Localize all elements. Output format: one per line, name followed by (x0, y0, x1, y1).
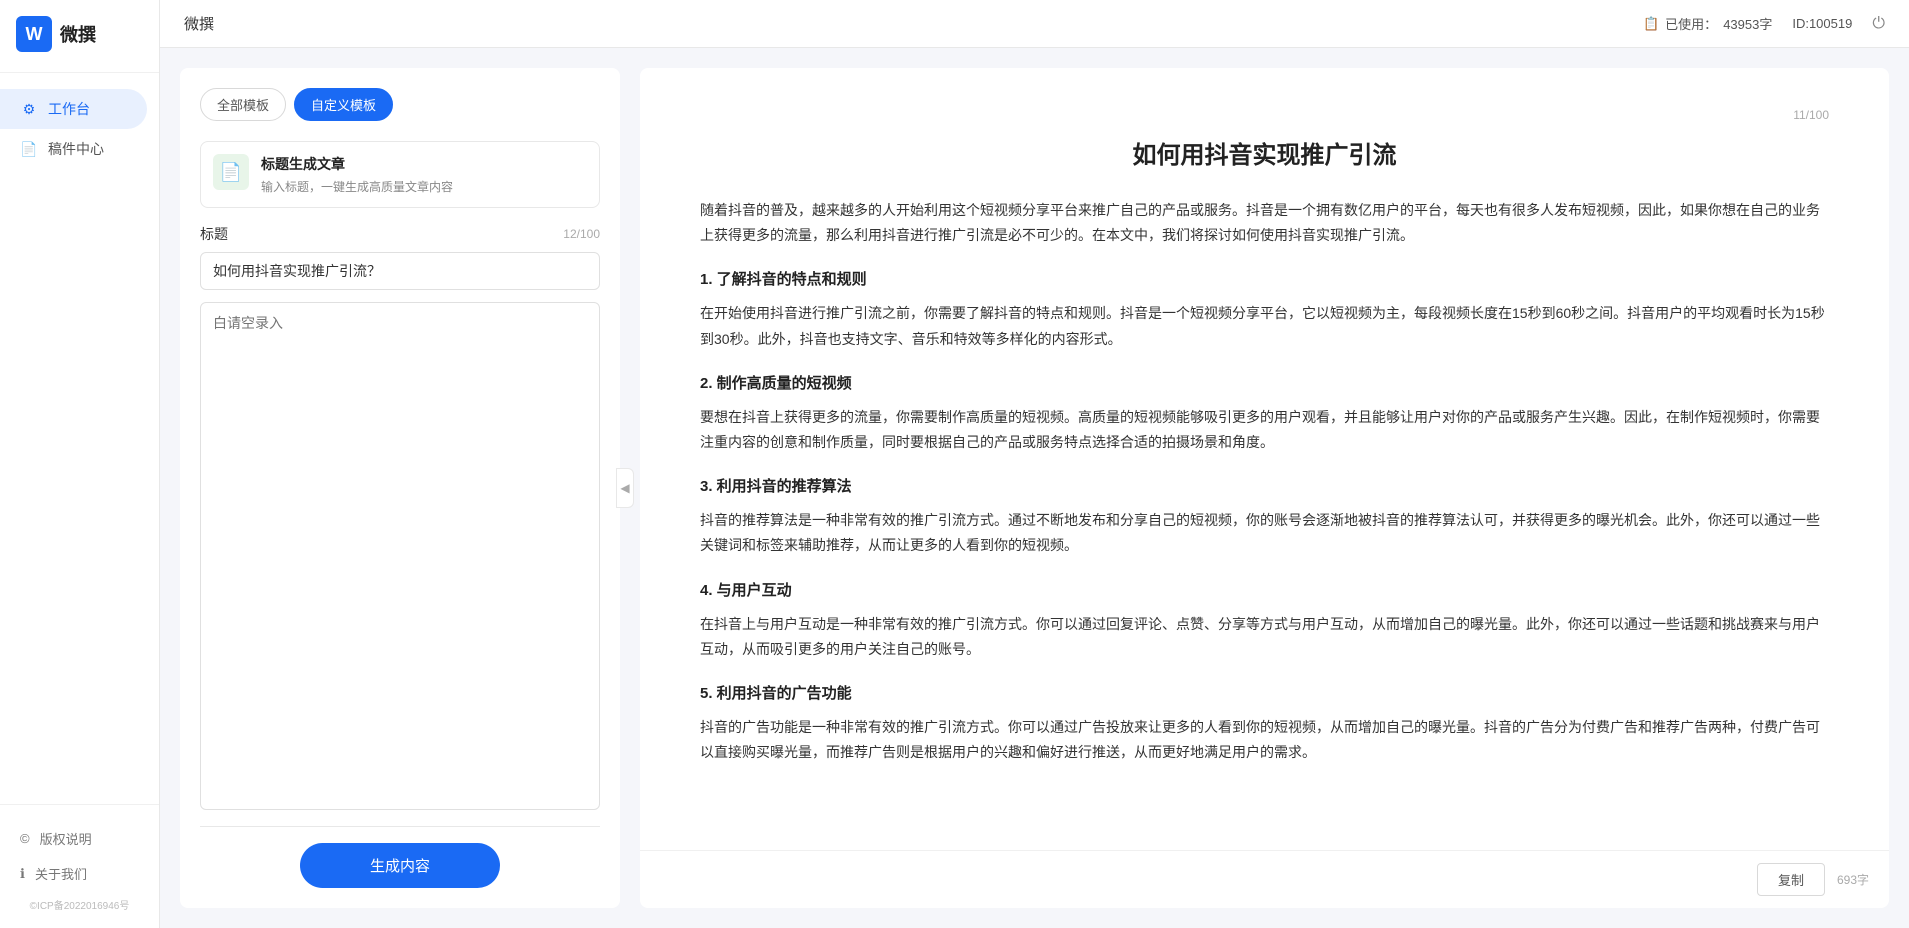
doc-section-4: 4. 与用户互动 在抖音上与用户互动是一种非常有效的推广引流方式。你可以通过回复… (700, 577, 1829, 662)
header-id: ID:100519 (1792, 16, 1852, 31)
doc-section-2-heading: 2. 制作高质量的短视频 (700, 370, 1829, 397)
workbench-icon: ⚙ (20, 100, 38, 118)
form-section: 标题 12/100 (200, 224, 600, 810)
doc-section-3-body: 抖音的推荐算法是一种非常有效的推广引流方式。通过不断地发布和分享自己的短视频，你… (700, 508, 1829, 558)
doc-footer: 复制 693字 (640, 850, 1889, 908)
copyright-icon: © (20, 831, 30, 846)
usage-count: 43953字 (1723, 14, 1772, 33)
usage-icon: 📋 (1643, 16, 1659, 32)
word-count: 693字 (1837, 871, 1869, 888)
sidebar-item-about[interactable]: ℹ 关于我们 (0, 856, 159, 891)
template-card[interactable]: 📄 标题生成文章 输入标题，一键生成高质量文章内容 (200, 141, 600, 208)
doc-body: 随着抖音的普及，越来越多的人开始利用这个短视频分享平台来推广自己的产品或服务。抖… (700, 198, 1829, 765)
logo-area: W 微撰 (0, 0, 159, 73)
icp-text: ©ICP备2022016946号 (0, 891, 159, 918)
drafts-icon: 📄 (20, 140, 38, 158)
logo-icon: W (16, 16, 52, 52)
doc-section-4-body: 在抖音上与用户互动是一种非常有效的推广引流方式。你可以通过回复评论、点赞、分享等… (700, 612, 1829, 662)
content-textarea[interactable] (200, 302, 600, 810)
title-char-count: 12/100 (563, 227, 600, 241)
template-tabs: 全部模板 自定义模板 (200, 88, 600, 121)
textarea-wrapper (200, 302, 600, 810)
template-card-desc: 输入标题，一键生成高质量文章内容 (261, 178, 587, 195)
doc-section-5-body: 抖音的广告功能是一种非常有效的推广引流方式。你可以通过广告投放来让更多的人看到你… (700, 715, 1829, 765)
about-icon: ℹ (20, 866, 25, 882)
left-panel: 全部模板 自定义模板 📄 标题生成文章 输入标题，一键生成高质量文章内容 标题 … (180, 68, 620, 908)
app-name: 微撰 (60, 21, 96, 47)
doc-section-1-body: 在开始使用抖音进行推广引流之前，你需要了解抖音的特点和规则。抖音是一个短视频分享… (700, 301, 1829, 351)
tab-custom-templates[interactable]: 自定义模板 (294, 88, 393, 121)
power-icon[interactable]: ⏻ (1872, 15, 1885, 33)
copyright-label: 版权说明 (40, 829, 92, 848)
doc-section-2: 2. 制作高质量的短视频 要想在抖音上获得更多的流量，你需要制作高质量的短视频。… (700, 370, 1829, 455)
main-area: 微撰 📋 已使用： 43953字 ID:100519 ⏻ 全部模板 自定义模板 … (160, 0, 1909, 928)
sidebar: W 微撰 ⚙ 工作台 📄 稿件中心 © 版权说明 ℹ 关于我们 ©ICP备202… (0, 0, 160, 928)
about-label: 关于我们 (35, 864, 87, 883)
sidebar-item-label-workbench: 工作台 (48, 99, 90, 119)
template-card-icon: 📄 (213, 154, 249, 190)
doc-section-4-heading: 4. 与用户互动 (700, 577, 1829, 604)
doc-title: 如何用抖音实现推广引流 (700, 138, 1829, 174)
doc-section-1-heading: 1. 了解抖音的特点和规则 (700, 266, 1829, 293)
doc-content[interactable]: 11/100 如何用抖音实现推广引流 随着抖音的普及，越来越多的人开始利用这个短… (640, 68, 1889, 850)
generate-button[interactable]: 生成内容 (300, 843, 500, 888)
sidebar-bottom: © 版权说明 ℹ 关于我们 ©ICP备2022016946号 (0, 804, 159, 928)
doc-section-3: 3. 利用抖音的推荐算法 抖音的推荐算法是一种非常有效的推广引流方式。通过不断地… (700, 473, 1829, 558)
doc-section-1: 1. 了解抖音的特点和规则 在开始使用抖音进行推广引流之前，你需要了解抖音的特点… (700, 266, 1829, 351)
tab-all-templates[interactable]: 全部模板 (200, 88, 286, 121)
doc-page-counter: 11/100 (700, 108, 1829, 122)
doc-section-3-heading: 3. 利用抖音的推荐算法 (700, 473, 1829, 500)
doc-section-2-body: 要想在抖音上获得更多的流量，你需要制作高质量的短视频。高质量的短视频能够吸引更多… (700, 405, 1829, 455)
usage-label: 已使用： (1665, 14, 1717, 33)
sidebar-nav: ⚙ 工作台 📄 稿件中心 (0, 73, 159, 804)
template-card-name: 标题生成文章 (261, 154, 587, 174)
right-panel: 11/100 如何用抖音实现推广引流 随着抖音的普及，越来越多的人开始利用这个短… (640, 68, 1889, 908)
header-usage: 📋 已使用： 43953字 (1643, 14, 1772, 33)
header: 微撰 📋 已使用： 43953字 ID:100519 ⏻ (160, 0, 1909, 48)
header-right: 📋 已使用： 43953字 ID:100519 ⏻ (1643, 14, 1885, 33)
sidebar-item-drafts[interactable]: 📄 稿件中心 (0, 129, 147, 169)
sidebar-item-copyright[interactable]: © 版权说明 (0, 821, 159, 856)
doc-section-5-heading: 5. 利用抖音的广告功能 (700, 680, 1829, 707)
header-title: 微撰 (184, 13, 214, 34)
form-title-label: 标题 12/100 (200, 224, 600, 244)
copy-button[interactable]: 复制 (1757, 863, 1825, 896)
collapse-panel-button[interactable]: ◀ (616, 468, 634, 508)
doc-intro: 随着抖音的普及，越来越多的人开始利用这个短视频分享平台来推广自己的产品或服务。抖… (700, 198, 1829, 248)
doc-section-5: 5. 利用抖音的广告功能 抖音的广告功能是一种非常有效的推广引流方式。你可以通过… (700, 680, 1829, 765)
sidebar-item-workbench[interactable]: ⚙ 工作台 (0, 89, 147, 129)
form-divider (200, 826, 600, 827)
sidebar-item-label-drafts: 稿件中心 (48, 139, 104, 159)
title-input[interactable] (200, 252, 600, 290)
content-wrapper: 全部模板 自定义模板 📄 标题生成文章 输入标题，一键生成高质量文章内容 标题 … (160, 48, 1909, 928)
